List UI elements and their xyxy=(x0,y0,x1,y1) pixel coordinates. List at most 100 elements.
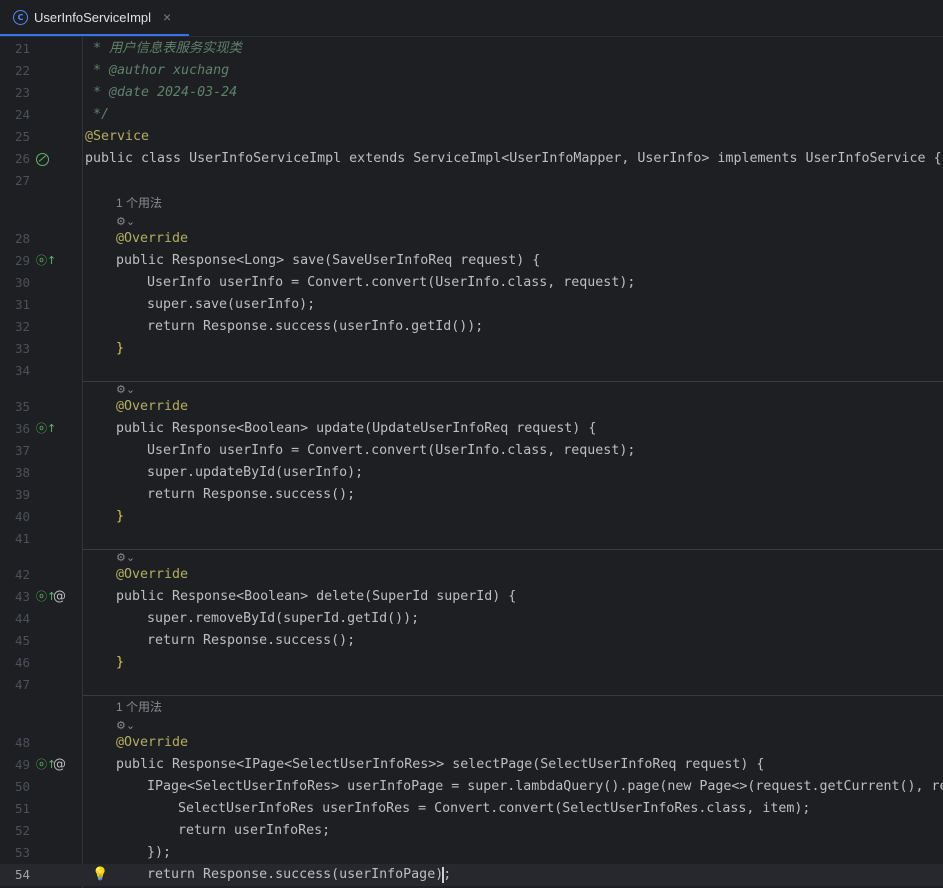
line-number: 29 xyxy=(14,253,30,268)
code-line: 45 return Response.success(); xyxy=(0,630,943,652)
method-separator xyxy=(83,549,943,550)
line-number: 28 xyxy=(14,231,30,246)
editor-tab-bar: C UserInfoServiceImpl × xyxy=(0,0,943,37)
line-number: 21 xyxy=(14,41,30,56)
code-line: 25 @Service xyxy=(0,126,943,148)
line-code: public Response<Long> save(SaveUserInfoR… xyxy=(116,253,541,268)
line-code: UserInfo userInfo = Convert.convert(User… xyxy=(147,275,636,290)
code-line: 50 IPage<SelectUserInfoRes> userInfoPage… xyxy=(0,776,943,798)
code-line: 36 ⓞ↑ public Response<Boolean> update(Up… xyxy=(0,418,943,440)
line-code: IPage<SelectUserInfoRes> userInfoPage = … xyxy=(147,779,943,794)
line-number: 51 xyxy=(14,801,30,816)
line-number: 32 xyxy=(14,319,30,334)
line-number: 48 xyxy=(14,735,30,750)
line-code: }); xyxy=(147,845,172,860)
code-line: 40 } xyxy=(0,506,943,528)
code-line: 30 UserInfo userInfo = Convert.convert(U… xyxy=(0,272,943,294)
line-code: * 用户信息表服务实现类 xyxy=(93,41,242,56)
line-code: super.removeById(superId.getId()); xyxy=(147,611,420,626)
line-code: } xyxy=(116,655,125,670)
code-line: 28 @Override xyxy=(0,228,943,250)
code-line: 37 UserInfo userInfo = Convert.convert(U… xyxy=(0,440,943,462)
line-code: } xyxy=(116,341,125,356)
code-line: 53 }); xyxy=(0,842,943,864)
line-code: public Response<IPage<SelectUserInfoRes>… xyxy=(116,757,765,772)
line-code: * @date 2024-03-24 xyxy=(93,85,238,100)
line-number: 30 xyxy=(14,275,30,290)
code-line: 34 xyxy=(0,360,943,382)
line-number: 53 xyxy=(14,845,30,860)
request-mapping-icon[interactable]: @ xyxy=(53,754,66,776)
line-number: 33 xyxy=(14,341,30,356)
line-number: 34 xyxy=(14,363,30,378)
code-line: 48 @Override xyxy=(0,732,943,754)
code-line: 46 } xyxy=(0,652,943,674)
line-number: 23 xyxy=(14,85,30,100)
line-number: 49 xyxy=(14,757,30,772)
line-number: 47 xyxy=(14,677,30,692)
code-line: 38 super.updateById(userInfo); xyxy=(0,462,943,484)
line-code: * @author xuchang xyxy=(93,63,230,78)
line-number: 44 xyxy=(14,611,30,626)
line-code: @Override xyxy=(116,735,189,750)
line-code: @Override xyxy=(116,399,189,414)
line-number: 41 xyxy=(14,531,30,546)
spring-bean-icon[interactable] xyxy=(36,153,49,166)
code-line: 44 super.removeById(superId.getId()); xyxy=(0,608,943,630)
text-caret xyxy=(442,867,444,883)
code-editor[interactable]: 21 * 用户信息表服务实现类 22 * @author xuchang 23 … xyxy=(0,37,943,888)
line-number: 25 xyxy=(14,129,30,144)
line-number: 52 xyxy=(14,823,30,838)
line-code: super.save(userInfo); xyxy=(147,297,316,312)
code-line: 33 } xyxy=(0,338,943,360)
tab-userinfoserviceimpl[interactable]: C UserInfoServiceImpl × xyxy=(0,0,189,36)
line-number: 50 xyxy=(14,779,30,794)
request-mapping-icon[interactable]: @ xyxy=(53,586,66,608)
line-number: 22 xyxy=(14,63,30,78)
line-code: return Response.success(); xyxy=(147,633,356,648)
line-number: 40 xyxy=(14,509,30,524)
override-icon[interactable]: ⓞ↑ xyxy=(36,250,56,272)
code-line: 49 ⓞ↑ @ public Response<IPage<SelectUser… xyxy=(0,754,943,776)
code-line-current: 54 💡 return Response.success(userInfoPag… xyxy=(0,864,943,886)
code-line: 21 * 用户信息表服务实现类 xyxy=(0,38,943,60)
line-code: UserInfo userInfo = Convert.convert(User… xyxy=(147,443,636,458)
code-line: 26 public class UserInfoServiceImpl exte… xyxy=(0,148,943,170)
code-line: 39 return Response.success(); xyxy=(0,484,943,506)
code-line: 29 ⓞ↑ public Response<Long> save(SaveUse… xyxy=(0,250,943,272)
line-code: public Response<Boolean> delete(SuperId … xyxy=(116,589,517,604)
line-code: public Response<Boolean> update(UpdateUs… xyxy=(116,421,597,436)
line-number: 36 xyxy=(14,421,30,436)
line-code: return Response.success(userInfoPage); xyxy=(147,867,452,882)
line-code: @Override xyxy=(116,567,189,582)
class-icon: C xyxy=(13,9,28,25)
line-number: 45 xyxy=(14,633,30,648)
line-code: } xyxy=(116,509,125,524)
code-line: 32 return Response.success(userInfo.getI… xyxy=(0,316,943,338)
line-code: @Service xyxy=(85,129,150,144)
line-code: super.updateById(userInfo); xyxy=(147,465,364,480)
code-line: 35 @Override xyxy=(0,396,943,418)
code-line: 23 * @date 2024-03-24 xyxy=(0,82,943,104)
line-code: */ xyxy=(93,107,110,122)
code-line: 47 xyxy=(0,674,943,696)
code-line: 31 super.save(userInfo); xyxy=(0,294,943,316)
code-line: 22 * @author xuchang xyxy=(0,60,943,82)
line-number: 35 xyxy=(14,399,30,414)
code-line: 42 @Override xyxy=(0,564,943,586)
code-line: 43 ⓞ↑ @ public Response<Boolean> delete(… xyxy=(0,586,943,608)
line-code: return userInfoRes; xyxy=(178,823,331,838)
code-line: 41 xyxy=(0,528,943,550)
line-number: 24 xyxy=(14,107,30,122)
override-icon[interactable]: ⓞ↑ xyxy=(36,418,56,440)
line-number: 27 xyxy=(14,173,30,188)
code-line: 51 SelectUserInfoRes userInfoRes = Conve… xyxy=(0,798,943,820)
line-number: 42 xyxy=(14,567,30,582)
lightbulb-icon[interactable]: 💡 xyxy=(92,864,108,886)
line-code: public class UserInfoServiceImpl extends… xyxy=(85,151,942,166)
close-icon[interactable]: × xyxy=(163,9,171,25)
line-code: return Response.success(userInfo.getId()… xyxy=(147,319,484,334)
line-code: SelectUserInfoRes userInfoRes = Convert.… xyxy=(178,801,811,816)
method-separator xyxy=(83,381,943,382)
line-number: 31 xyxy=(14,297,30,312)
